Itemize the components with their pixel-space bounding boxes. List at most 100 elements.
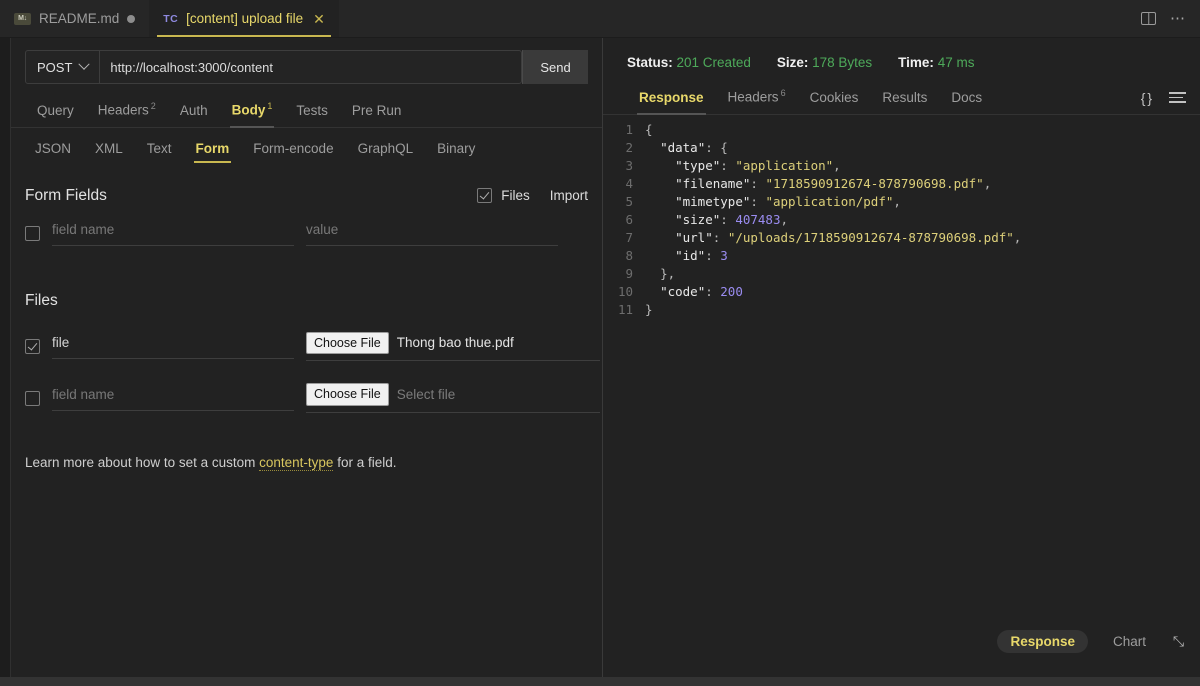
import-button[interactable]: Import bbox=[550, 188, 588, 203]
body-count-badge: 1 bbox=[267, 101, 273, 111]
hint-suffix: for a field. bbox=[333, 455, 397, 471]
format-json-icon[interactable]: { } bbox=[1141, 90, 1152, 106]
url-input[interactable] bbox=[100, 51, 521, 83]
tab-label: Tests bbox=[296, 102, 328, 118]
hint-prefix: Learn more about how to set a custom bbox=[25, 455, 260, 471]
file-field-name-input[interactable]: file bbox=[52, 334, 294, 359]
tab-headers[interactable]: Headers 2 bbox=[86, 96, 168, 127]
more-actions-icon[interactable]: ⋯ bbox=[1170, 11, 1186, 26]
form-field-enabled-checkbox[interactable] bbox=[25, 225, 40, 241]
body-type-binary[interactable]: Binary bbox=[425, 137, 487, 163]
files-toggle[interactable]: Files bbox=[477, 188, 530, 203]
files-checkbox[interactable] bbox=[477, 188, 493, 203]
form-field-name-input[interactable]: field name bbox=[52, 221, 294, 246]
form-fields-title: Form Fields bbox=[25, 186, 107, 204]
unsaved-dot-icon bbox=[127, 14, 136, 23]
files-toggle-label: Files bbox=[501, 188, 530, 203]
code-line: 7 "url": "/uploads/1718590912674-8787906… bbox=[603, 229, 1200, 247]
tab-label: Query bbox=[37, 102, 74, 118]
line-number: 8 bbox=[625, 247, 633, 263]
content-type-link[interactable]: content-type bbox=[259, 455, 334, 472]
body-type-json[interactable]: JSON bbox=[25, 137, 83, 163]
http-method-select[interactable]: POST bbox=[26, 51, 101, 83]
code-line: 10 "code": 200 bbox=[603, 283, 1200, 301]
choose-file-button[interactable]: Choose File bbox=[306, 331, 389, 355]
file-row: field name Choose File Select file bbox=[25, 383, 600, 414]
tab-response[interactable]: Response bbox=[627, 85, 716, 115]
code-line: 1{ bbox=[603, 121, 1200, 139]
wrap-lines-icon[interactable] bbox=[1169, 92, 1186, 103]
url-bar: POST bbox=[25, 50, 522, 84]
response-headers-count-badge: 6 bbox=[780, 88, 786, 98]
tab-label: README.md bbox=[39, 11, 120, 26]
file-field-name-input[interactable]: field name bbox=[52, 386, 294, 411]
tab-cookies[interactable]: Cookies bbox=[798, 85, 871, 114]
code-line: 3 "type": "application", bbox=[603, 157, 1200, 175]
tab-response-headers[interactable]: Headers 6 bbox=[716, 83, 798, 114]
split-editor-icon[interactable] bbox=[1141, 12, 1156, 25]
tab-content-upload-file[interactable]: TC [content] upload file ✕ bbox=[149, 0, 339, 37]
body-type-text[interactable]: Text bbox=[135, 137, 184, 163]
body-type-form-encode[interactable]: Form-encode bbox=[241, 137, 345, 163]
code-line: 6 "size": 407483, bbox=[603, 211, 1200, 229]
form-field-value-input[interactable]: value bbox=[306, 221, 558, 246]
tab-tests[interactable]: Tests bbox=[284, 98, 340, 127]
status-badge: Status: 201 Created bbox=[627, 55, 751, 70]
tab-body[interactable]: Body 1 bbox=[220, 96, 285, 127]
file-picker[interactable]: Choose File Select file bbox=[306, 383, 600, 414]
tab-readme-md[interactable]: M↓ README.md bbox=[0, 0, 149, 37]
line-content: "type": "application", bbox=[675, 157, 841, 173]
choose-file-button[interactable]: Choose File bbox=[306, 383, 389, 407]
tab-label: [content] upload file bbox=[186, 11, 304, 26]
form-field-row: field name value bbox=[25, 221, 588, 246]
line-content: "size": 407483, bbox=[675, 211, 789, 227]
line-number: 11 bbox=[617, 301, 633, 317]
url-row: POST Send bbox=[11, 38, 602, 84]
response-pane: Status: 201 Created Size: 178 Bytes Time… bbox=[603, 38, 1200, 677]
time-badge: Time: 47 ms bbox=[898, 55, 974, 70]
tab-results[interactable]: Results bbox=[870, 85, 939, 114]
code-line: 4 "filename": "1718590912674-878790698.p… bbox=[603, 175, 1200, 193]
response-view-toggle: Response Chart ⤡ bbox=[997, 630, 1186, 653]
response-tabs: Response Headers 6 Cookies Results Docs {… bbox=[603, 83, 1200, 115]
status-bar bbox=[0, 677, 1200, 686]
line-content: "filename": "1718590912674-878790698.pdf… bbox=[675, 175, 992, 191]
file-row-enabled-checkbox[interactable] bbox=[25, 338, 40, 354]
code-line: 8 "id": 3 bbox=[603, 247, 1200, 265]
request-tabs: Query Headers 2 Auth Body 1 Tests Pre Run bbox=[11, 96, 602, 128]
file-picker[interactable]: Choose File Thong bao thue.pdf bbox=[306, 331, 600, 362]
tab-label: Headers bbox=[727, 89, 779, 105]
code-line: 9 }, bbox=[603, 265, 1200, 283]
tab-query[interactable]: Query bbox=[25, 98, 86, 127]
request-pane: POST Send Query Headers2 Auth bbox=[11, 38, 602, 677]
file-row-enabled-checkbox[interactable] bbox=[25, 390, 40, 406]
chevron-down-icon bbox=[78, 58, 91, 70]
status-value: 201 Created bbox=[676, 55, 751, 70]
tab-label: Response bbox=[639, 89, 704, 105]
resize-handle-icon[interactable]: ⤡ bbox=[1171, 634, 1186, 649]
body-type-graphql[interactable]: GraphQL bbox=[346, 137, 426, 163]
send-button[interactable]: Send bbox=[522, 50, 588, 84]
body-type-xml[interactable]: XML bbox=[83, 137, 135, 163]
tab-pre-run[interactable]: Pre Run bbox=[340, 98, 414, 127]
activity-gutter bbox=[0, 38, 11, 677]
tab-label: Docs bbox=[951, 89, 983, 105]
line-number: 4 bbox=[625, 175, 633, 191]
response-body-viewer[interactable]: 1{ 2 "data": { 3 "type": "application", … bbox=[603, 115, 1200, 678]
tab-label: Pre Run bbox=[351, 102, 402, 118]
line-content: "id": 3 bbox=[675, 247, 728, 263]
tab-auth[interactable]: Auth bbox=[168, 98, 220, 127]
line-number: 9 bbox=[625, 265, 633, 281]
close-icon[interactable]: ✕ bbox=[313, 12, 325, 26]
markdown-icon: M↓ bbox=[14, 12, 31, 25]
tab-label: Headers bbox=[97, 102, 149, 118]
size-badge: Size: 178 Bytes bbox=[777, 55, 872, 70]
view-toggle-response[interactable]: Response bbox=[997, 630, 1088, 653]
view-toggle-chart[interactable]: Chart bbox=[1100, 630, 1159, 653]
body-type-form[interactable]: Form bbox=[184, 137, 242, 163]
selected-file-name: Thong bao thue.pdf bbox=[396, 335, 514, 351]
workspace: POST Send Query Headers2 Auth bbox=[0, 38, 1200, 677]
tab-docs[interactable]: Docs bbox=[939, 85, 994, 114]
line-number: 6 bbox=[625, 211, 633, 227]
content-type-hint: Learn more about how to set a custom con… bbox=[25, 455, 588, 472]
